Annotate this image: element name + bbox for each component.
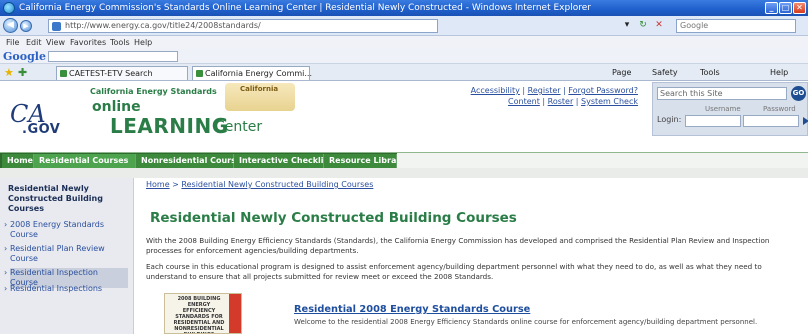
tab-label: CAETEST-ETV Search (69, 69, 153, 78)
tab-california-energy[interactable]: California Energy Commi... (192, 66, 312, 80)
course-link[interactable]: Residential 2008 Energy Standards Course (294, 304, 530, 315)
address-bar: ◀ ▶ http://www.energy.ca.gov/title24/200… (0, 16, 808, 36)
site-subtitle: California Energy Standards (90, 87, 217, 96)
course-paragraph: Each course in this educational program … (146, 262, 762, 281)
intro-paragraph: With the 2008 Building Energy Efficiency… (146, 236, 770, 255)
tab-favicon-icon (196, 70, 203, 77)
roster-link[interactable]: Roster (548, 97, 574, 106)
breadcrumb-home[interactable]: Home (146, 180, 170, 189)
content-link[interactable]: Content (508, 97, 540, 106)
nav-home[interactable]: Home (2, 154, 34, 168)
username-field[interactable] (685, 115, 741, 127)
tools-menu[interactable]: Tools (700, 68, 720, 77)
window-title: California Energy Commission's Standards… (19, 3, 591, 13)
login-panel: Search this Site GO Username Password Lo… (652, 82, 808, 136)
google-logo: Google (3, 50, 46, 63)
nav-resource-library[interactable]: Resource Library (324, 154, 406, 168)
thumbnail-text: 2008 BUILDING ENERGY EFFICIENCY STANDARD… (173, 296, 225, 333)
address-dropdown-icon[interactable]: ▾ (620, 19, 634, 33)
accessibility-link[interactable]: Accessibility (471, 86, 520, 95)
nav-residential-courses[interactable]: Residential Courses (34, 154, 136, 168)
window-titlebar: California Energy Commission's Standards… (0, 0, 808, 16)
sidebar: Residential Newly Constructed Building C… (0, 178, 134, 334)
search-go-button[interactable]: GO (791, 86, 806, 101)
menu-file[interactable]: File (6, 38, 19, 47)
stop-icon[interactable]: ✕ (652, 19, 666, 33)
seal-text: California (240, 85, 279, 93)
breadcrumb-current[interactable]: Residential Newly Constructed Building C… (181, 180, 373, 189)
main-nav: Home Residential Courses Nonresidential … (0, 152, 808, 169)
sidebar-title: Residential Newly Constructed Building C… (8, 184, 103, 213)
login-arrow-icon[interactable] (803, 117, 808, 125)
menu-favorites[interactable]: Favorites (70, 38, 106, 47)
browser-search-input[interactable]: Google (676, 19, 796, 33)
caret-right-icon: › (4, 268, 8, 277)
ie-logo-icon (3, 2, 15, 14)
add-favorite-icon[interactable]: ✚ (18, 66, 27, 79)
page-favicon-icon (52, 22, 61, 31)
password-label: Password (763, 105, 796, 113)
menu-edit[interactable]: Edit (26, 38, 42, 47)
sidebar-item-label: 2008 Energy Standards Course (10, 220, 105, 239)
page-title: Residential Newly Constructed Building C… (150, 210, 517, 226)
caret-right-icon: › (4, 220, 8, 229)
main-content: Home > Residential Newly Constructed Bui… (146, 178, 804, 334)
menu-tools[interactable]: Tools (110, 38, 130, 47)
site-learning: LEARNING (110, 114, 229, 138)
course-thumbnail-image[interactable]: 2008 BUILDING ENERGY EFFICIENCY STANDARD… (164, 293, 242, 334)
site-search-input[interactable]: Search this Site (657, 87, 787, 100)
nav-nonresidential-courses[interactable]: Nonresidential Courses (136, 154, 246, 168)
forward-button[interactable]: ▶ (20, 20, 32, 32)
system-check-link[interactable]: System Check (581, 97, 638, 106)
favorites-star-icon[interactable]: ★ (4, 66, 14, 79)
register-link[interactable]: Register (528, 86, 561, 95)
forgot-password-link[interactable]: Forgot Password? (568, 86, 638, 95)
tab-label: California Energy Commi... (205, 69, 312, 78)
nav-interactive-checklists[interactable]: Interactive Checklists (234, 154, 337, 168)
utility-links: Accessibility | Register | Forgot Passwo… (470, 86, 638, 106)
course-description: Welcome to the residential 2008 Energy E… (294, 318, 758, 326)
address-input[interactable]: http://www.energy.ca.gov/title24/2008sta… (48, 19, 438, 33)
sidebar-item-2008-standards[interactable]: › 2008 Energy Standards Course (4, 220, 128, 240)
thumbnail-stripe (229, 294, 241, 333)
site-center: Center (215, 119, 263, 135)
sidebar-item-label: Residential Plan Review Course (10, 244, 105, 263)
site-online: online (92, 99, 141, 115)
google-toolbar: Google (0, 49, 808, 64)
address-text: http://www.energy.ca.gov/title24/2008sta… (65, 21, 261, 30)
minimize-button[interactable]: _ (765, 2, 778, 14)
sidebar-item-plan-review[interactable]: › Residential Plan Review Course (4, 244, 128, 264)
password-field[interactable] (743, 115, 799, 127)
menu-view[interactable]: View (46, 38, 65, 47)
nav-filler (397, 153, 808, 169)
refresh-icon[interactable]: ↻ (636, 19, 650, 33)
gov-logo: .GOV (22, 122, 61, 137)
web-page: CA .GOV California Energy Standards onli… (0, 81, 808, 334)
caret-right-icon: › (4, 244, 8, 253)
login-label: Login: (657, 115, 682, 124)
back-button[interactable]: ◀ (3, 18, 18, 33)
username-label: Username (705, 105, 741, 113)
favorites-bar: ★ ✚ CAETEST-ETV Search California Energy… (0, 64, 808, 81)
google-search-input[interactable] (48, 51, 178, 62)
sidebar-item-inspections[interactable]: › Residential Inspections (4, 284, 128, 294)
close-button[interactable]: ✕ (793, 2, 806, 14)
menu-bar: File Edit View Favorites Tools Help (0, 36, 808, 49)
caret-right-icon: › (4, 284, 8, 293)
nav-separator (0, 168, 808, 178)
tab-caetest[interactable]: CAETEST-ETV Search (56, 66, 188, 80)
page-menu[interactable]: Page (612, 68, 631, 77)
tab-favicon-icon (60, 70, 67, 77)
safety-menu[interactable]: Safety (652, 68, 678, 77)
help-menu[interactable]: Help (770, 68, 788, 77)
menu-help[interactable]: Help (134, 38, 152, 47)
maximize-button[interactable]: □ (779, 2, 792, 14)
sidebar-item-label: Residential Inspections (10, 284, 103, 293)
breadcrumb: Home > Residential Newly Constructed Bui… (146, 180, 373, 189)
